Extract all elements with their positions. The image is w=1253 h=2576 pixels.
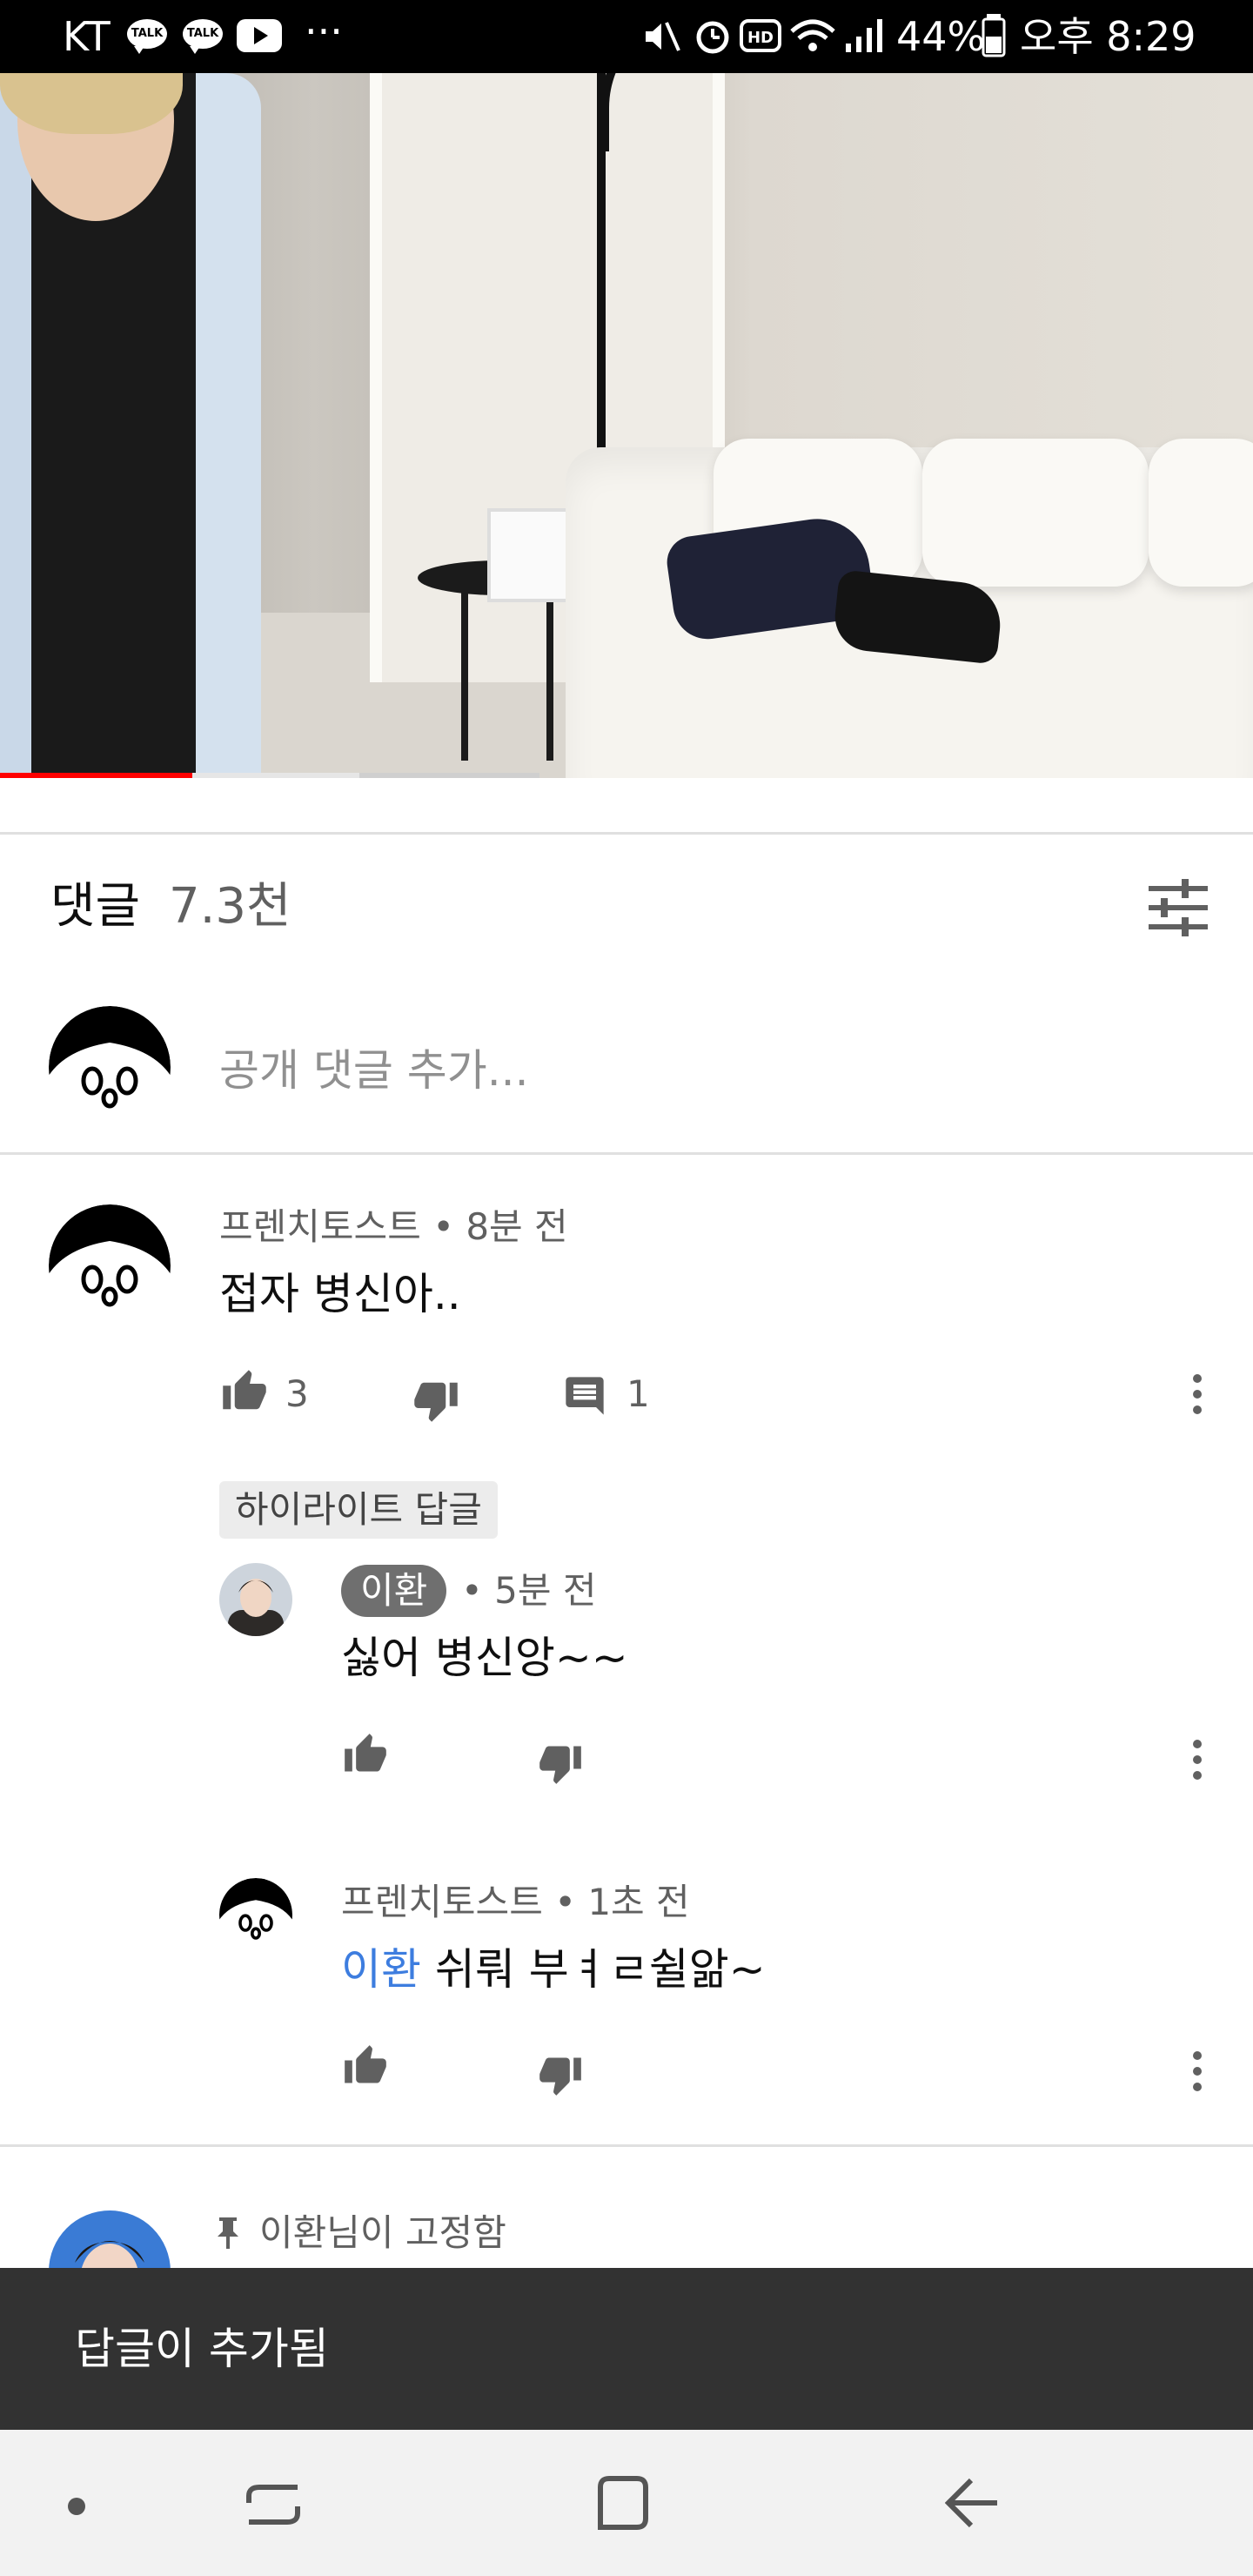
reply-text: 싫어 병신앙~~ (341, 1633, 628, 1683)
reply-icon[interactable] (562, 1373, 607, 1419)
back-icon[interactable] (945, 2477, 1001, 2529)
hd-icon: HD (740, 19, 781, 52)
clock: 오후 8:29 (1020, 13, 1196, 60)
comment-more-icon[interactable] (1180, 1372, 1215, 1417)
divider (0, 832, 1253, 835)
alarm-icon (696, 21, 729, 54)
like-icon[interactable] (341, 1732, 390, 1777)
video-progress-fill (0, 773, 193, 778)
video-scene-table-leg (461, 587, 553, 761)
system-nav-bar (0, 2430, 1253, 2576)
reply-time: • 1초 전 (554, 1881, 690, 1923)
reply-meta: 프렌치토스트 • 1초 전 (341, 1876, 690, 1929)
reply-time: • 5분 전 (461, 1569, 597, 1612)
pinned-label: 이환님이 고정함 (259, 2211, 506, 2254)
comment-time: • 8분 전 (432, 1205, 568, 1248)
recent-apps-icon[interactable] (245, 2477, 301, 2532)
comment-author[interactable]: 프렌치토스트 (219, 1205, 421, 1248)
dislike-icon[interactable] (411, 1377, 461, 1424)
reply-body: 쉬뤄 부ㅕㄹ쉴앎~ (421, 1944, 766, 1995)
talk-icon: TALK (183, 19, 223, 54)
divider (0, 1152, 1253, 1155)
video-scene-cushion (1149, 439, 1253, 587)
like-icon[interactable] (341, 2043, 390, 2089)
wifi-icon (790, 19, 835, 51)
battery-icon (982, 14, 1006, 57)
youtube-icon (237, 19, 282, 52)
video-scene-frame (487, 508, 573, 602)
reply-mention-link[interactable]: 이환 (341, 1944, 421, 1995)
more-notifications-icon: ··· (305, 8, 343, 55)
dislike-icon[interactable] (536, 2052, 585, 2097)
status-bar: KT TALK TALK ··· HD 44% 오후 8:29 (0, 0, 1253, 73)
video-scene-cushion (922, 439, 1149, 587)
highlighted-reply-badge: 하이라이트 답글 (219, 1481, 498, 1539)
svg-text:HD: HD (747, 29, 774, 47)
reply-more-icon[interactable] (1180, 1737, 1215, 1782)
comment-text: 접자 병신아.. (219, 1269, 461, 1319)
dislike-icon[interactable] (536, 1741, 585, 1786)
reply-count: 1 (626, 1372, 650, 1415)
battery-percent: 44% (896, 13, 986, 60)
video-scene-lamp-arc (600, 73, 783, 151)
reply-author-avatar[interactable] (219, 1878, 292, 1951)
reply-author[interactable]: 프렌치토스트 (341, 1881, 543, 1923)
reply-author-avatar[interactable] (219, 1563, 292, 1636)
carrier-label: KT (63, 13, 111, 60)
nav-dot-icon[interactable] (66, 2496, 87, 2517)
add-comment-input[interactable]: 공개 댓글 추가... (219, 1036, 528, 1105)
comment-author-avatar[interactable] (49, 1204, 171, 1326)
talk-icon: TALK (127, 19, 167, 54)
like-count: 3 (285, 1372, 309, 1415)
signal-icon (846, 19, 882, 52)
snackbar-message: 답글이 추가됨 (75, 2324, 329, 2374)
sort-comments-icon[interactable] (1149, 879, 1208, 936)
user-avatar (49, 1006, 171, 1128)
comment-meta: 프렌치토스트 • 8분 전 (219, 1201, 568, 1253)
reply-more-icon[interactable] (1180, 2049, 1215, 2094)
like-icon[interactable] (219, 1368, 270, 1415)
divider (0, 2144, 1253, 2147)
video-player[interactable] (0, 73, 1253, 778)
reply-text: 이환 쉬뤄 부ㅕㄹ쉴앎~ (341, 1939, 766, 2000)
comments-title: 댓글 (50, 878, 141, 935)
home-icon[interactable] (595, 2473, 651, 2532)
pin-icon (218, 2217, 238, 2249)
comments-count: 7.3천 (169, 878, 291, 935)
mute-icon (646, 22, 680, 51)
channel-owner-badge[interactable]: 이환 (341, 1565, 447, 1617)
